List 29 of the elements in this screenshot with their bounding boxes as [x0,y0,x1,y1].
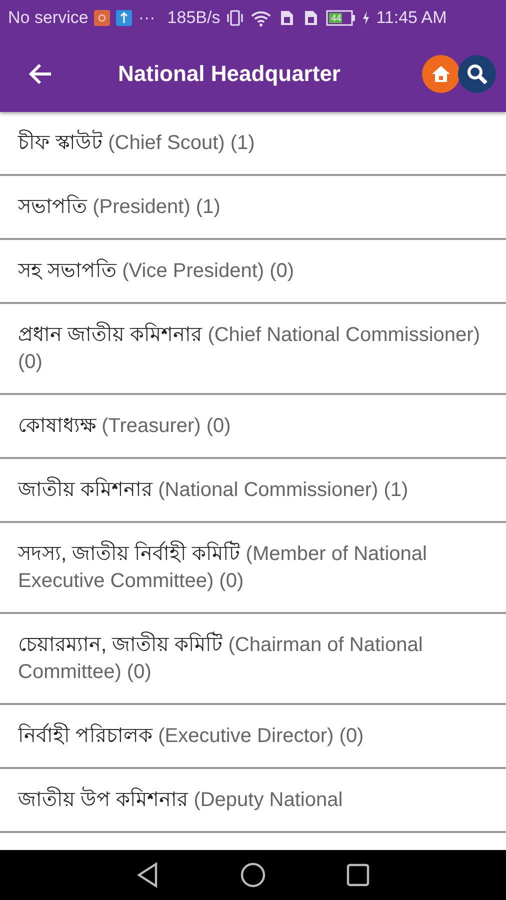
app-notification-icon [94,10,110,26]
back-nav-button[interactable] [136,862,160,888]
list-item[interactable]: কোষাধ্যক্ষ (Treasurer) (0) [0,395,506,459]
list-item[interactable]: সহ সভাপতি (Vice President) (0) [0,240,506,304]
home-nav-button[interactable] [240,862,266,888]
recents-nav-button[interactable] [346,863,370,887]
list-item[interactable]: সদস্য, জাতীয় নির্বাহী কমিটি (Member of National Executive Committee) (0) [0,523,506,614]
home-button[interactable] [422,55,460,93]
list-item[interactable]: জাতীয় কমিশনার (National Commissioner) (1) [0,459,506,523]
list-item[interactable]: নির্বাহী পরিচালক (Executive Director) (0) [0,705,506,769]
carrier-text: No service [8,8,88,28]
app-notification-icon [116,10,132,26]
list-item[interactable]: চীফ স্কাউট (Chief Scout) (1) [0,112,506,176]
clock-text: 11:45 AM [376,8,447,28]
search-icon [465,62,489,86]
more-notifications-text: ··· [138,8,156,28]
search-button[interactable] [458,55,496,93]
battery-level-text: 44 [330,13,342,23]
list-item[interactable]: সভাপতি (President) (1) [0,176,506,240]
home-icon [431,65,451,83]
list-item[interactable]: চেয়ারম্যান, জাতীয় কমিটি (Chairman of National Committee) (0) [0,614,506,705]
network-speed-text: 185B/s [167,8,220,28]
list-item[interactable]: প্রধান জাতীয় কমিশনার (Chief National Commissioner) (0) [0,304,506,395]
charging-icon [362,10,370,26]
list-item[interactable]: জাতীয় উপ কমিশনার (Deputy National [0,769,506,833]
vibrate-icon [226,9,244,27]
arrow-left-icon [27,62,53,86]
wifi-icon [250,9,272,27]
screen-title: National Headquarter [118,61,342,87]
